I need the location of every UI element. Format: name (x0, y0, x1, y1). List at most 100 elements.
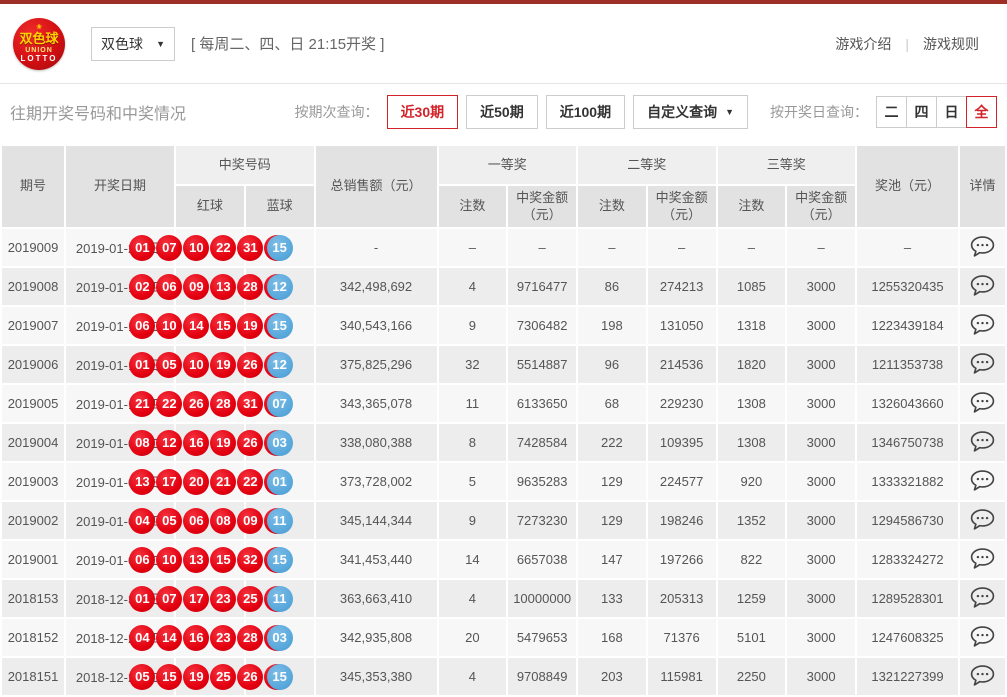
red-ball: 20 (183, 469, 209, 495)
first-prize-amount-cell: 7273230 (508, 502, 576, 539)
table-row: 20190092019-01-20(日)01071022313215-–––––… (2, 229, 1005, 266)
col-header-first-amount: 中奖金额（元） (508, 186, 576, 227)
red-ball: 15 (156, 664, 182, 690)
detail-cell (960, 385, 1005, 422)
game-select-dropdown[interactable]: 双色球 ▼ (91, 27, 175, 61)
col-header-third-amount: 中奖金额（元） (787, 186, 855, 227)
red-ball: 19 (183, 664, 209, 690)
comment-dots-icon (970, 664, 995, 687)
detail-comment-button[interactable] (969, 429, 997, 455)
red-balls-cell: 051519252629 (176, 658, 244, 695)
custom-query-label: 自定义查询 (647, 96, 717, 128)
red-ball: 23 (210, 586, 236, 612)
red-balls: 051519252629 (176, 664, 244, 690)
detail-cell (960, 463, 1005, 500)
prize-pool-cell: 1294586730 (857, 502, 958, 539)
prize-pool-cell: 1321227399 (857, 658, 958, 695)
detail-comment-button[interactable] (969, 546, 997, 572)
third-prize-amount-cell: 3000 (787, 541, 855, 578)
second-prize-amount-cell: 274213 (648, 268, 716, 305)
red-ball: 28 (237, 625, 263, 651)
second-prize-count-cell: 203 (578, 658, 646, 695)
red-ball: 10 (183, 352, 209, 378)
issue-cell: 2019001 (2, 541, 64, 578)
third-prize-amount-cell: 3000 (787, 268, 855, 305)
detail-cell (960, 541, 1005, 578)
day-query-label: 按开奖日查询： (770, 102, 868, 122)
total-sales-cell: 345,353,380 (316, 658, 437, 695)
detail-cell (960, 580, 1005, 617)
red-ball: 06 (156, 274, 182, 300)
third-prize-amount-cell: – (787, 229, 855, 266)
second-prize-amount-cell: 115981 (648, 658, 716, 695)
red-balls: 041416232829 (176, 625, 244, 651)
red-ball: 04 (129, 508, 155, 534)
third-prize-count-cell: 1308 (718, 424, 786, 461)
detail-comment-button[interactable] (969, 234, 997, 260)
prize-pool-cell: 1255320435 (857, 268, 958, 305)
day-all-button[interactable]: 全 (966, 96, 997, 128)
red-ball: 04 (129, 625, 155, 651)
red-ball: 16 (183, 430, 209, 456)
first-prize-amount-cell: 5514887 (508, 346, 576, 383)
first-prize-count-cell: 9 (439, 502, 507, 539)
third-prize-count-cell: 2250 (718, 658, 786, 695)
blue-ball: 03 (267, 430, 293, 456)
detail-comment-button[interactable] (969, 585, 997, 611)
game-rules-link[interactable]: 游戏规则 (923, 34, 979, 54)
red-ball: 09 (183, 274, 209, 300)
detail-comment-button[interactable] (969, 507, 997, 533)
issue-cell: 2019008 (2, 268, 64, 305)
second-prize-amount-cell: 229230 (648, 385, 716, 422)
red-balls-cell: 061013153233 (176, 541, 244, 578)
red-balls: 010510192628 (176, 352, 244, 378)
day-tuesday-button[interactable]: 二 (876, 96, 907, 128)
red-ball: 07 (156, 586, 182, 612)
col-header-second-amount: 中奖金额（元） (648, 186, 716, 227)
red-ball: 19 (210, 430, 236, 456)
red-ball: 10 (156, 547, 182, 573)
game-intro-link[interactable]: 游戏介绍 (835, 34, 891, 54)
col-header-second-prize: 二等奖 (578, 146, 716, 184)
recent-50-button[interactable]: 近50期 (466, 95, 538, 129)
table-row: 20190012019-01-01(二)06101315323315341,45… (2, 541, 1005, 578)
red-balls: 040506080918 (176, 508, 244, 534)
first-prize-count-cell: 32 (439, 346, 507, 383)
second-prize-amount-cell: 205313 (648, 580, 716, 617)
col-header-blue-ball: 蓝球 (246, 186, 314, 227)
red-balls-cell: 041416232829 (176, 619, 244, 656)
detail-comment-button[interactable] (969, 273, 997, 299)
detail-comment-button[interactable] (969, 624, 997, 650)
section-title: 往期开奖号码和中奖情况 (10, 100, 186, 124)
second-prize-amount-cell: 71376 (648, 619, 716, 656)
first-prize-count-cell: 5 (439, 463, 507, 500)
table-row: 20190042019-01-08(二)08121619263203338,08… (2, 424, 1005, 461)
third-prize-amount-cell: 3000 (787, 619, 855, 656)
first-prize-amount-cell: – (508, 229, 576, 266)
draw-schedule-text: [ 每周二、四、日 21:15开奖 ] (191, 33, 384, 54)
prize-pool-cell: 1289528301 (857, 580, 958, 617)
total-sales-cell: 342,935,808 (316, 619, 437, 656)
recent-30-button[interactable]: 近30期 (387, 95, 459, 129)
red-ball: 08 (129, 430, 155, 456)
detail-comment-button[interactable] (969, 390, 997, 416)
detail-comment-button[interactable] (969, 468, 997, 494)
day-thursday-button[interactable]: 四 (906, 96, 937, 128)
red-ball: 17 (156, 469, 182, 495)
recent-100-button[interactable]: 近100期 (546, 95, 625, 129)
second-prize-amount-cell: 197266 (648, 541, 716, 578)
nav-links: 游戏介绍 | 游戏规则 (835, 34, 979, 54)
red-balls-cell: 061014151923 (176, 307, 244, 344)
custom-query-dropdown[interactable]: 自定义查询 ▼ (633, 95, 748, 129)
second-prize-count-cell: 68 (578, 385, 646, 422)
second-prize-count-cell: 96 (578, 346, 646, 383)
detail-comment-button[interactable] (969, 663, 997, 689)
third-prize-amount-cell: 3000 (787, 385, 855, 422)
detail-comment-button[interactable] (969, 351, 997, 377)
detail-comment-button[interactable] (969, 312, 997, 338)
second-prize-count-cell: 133 (578, 580, 646, 617)
day-sunday-button[interactable]: 日 (936, 96, 967, 128)
issue-cell: 2019007 (2, 307, 64, 344)
second-prize-amount-cell: 214536 (648, 346, 716, 383)
red-ball: 06 (129, 313, 155, 339)
